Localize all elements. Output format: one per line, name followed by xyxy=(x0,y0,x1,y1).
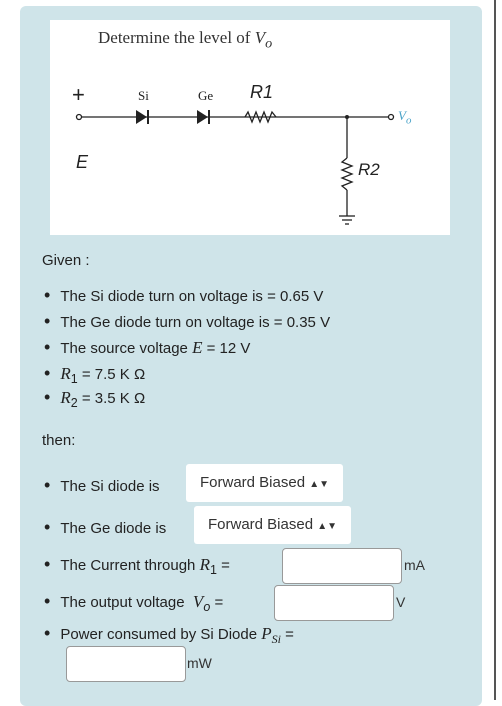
vo-input[interactable] xyxy=(274,585,394,621)
circuit-figure: Determine the level of Vo + E Si Ge R1 R… xyxy=(50,20,450,235)
then-heading: then: xyxy=(42,432,76,449)
ge-diode-select[interactable]: Forward Biased ▲▼ xyxy=(194,506,352,544)
si-label: Si xyxy=(138,88,149,103)
r2-value: = 3.5 K Ω xyxy=(81,390,146,407)
r1-sub: 1 xyxy=(70,372,78,386)
power-var: P xyxy=(261,624,272,643)
given-heading: Given : xyxy=(42,252,90,269)
ge-label: Ge xyxy=(198,88,214,103)
given-source-voltage: The source voltage E = 12 V xyxy=(44,337,250,358)
given-r2: R2 = 3.5 K Ω xyxy=(44,387,145,410)
vo-label-var: V xyxy=(398,108,406,123)
ge-diode-label: The Ge diode is xyxy=(44,517,166,538)
given-r1: R1 = 7.5 K Ω xyxy=(44,363,145,386)
current-label-text: The Current through xyxy=(60,557,196,574)
current-label: The Current through R1 = xyxy=(44,554,230,577)
source-terminal xyxy=(75,113,83,121)
vo-label-sub: o xyxy=(405,114,412,127)
vo-unit: V xyxy=(396,594,406,610)
source-prefix: The source voltage xyxy=(60,340,188,357)
r2-var: R xyxy=(60,388,71,407)
power-eq: = xyxy=(285,626,294,643)
vo-eq: = xyxy=(214,594,224,611)
current-sub: 1 xyxy=(209,563,217,577)
updown-icon: ▲▼ xyxy=(309,479,330,490)
vo-terminal xyxy=(387,113,395,121)
plus-label: + xyxy=(72,82,85,107)
vo-var: V xyxy=(192,592,204,611)
scrollbar[interactable] xyxy=(494,0,496,700)
current-var: R xyxy=(199,555,210,574)
current-unit: mA xyxy=(404,557,425,573)
si-diode-select[interactable]: Forward Biased ▲▼ xyxy=(186,464,344,502)
vo-label-text: The output voltage xyxy=(60,594,185,611)
power-sub: Si xyxy=(271,632,281,646)
r1-value: = 7.5 K Ω xyxy=(81,366,146,383)
given-si-voltage: The Si diode turn on voltage is = 0.65 V xyxy=(44,285,323,306)
vo-sub: o xyxy=(203,600,211,614)
r1-var: R xyxy=(60,364,71,383)
r2-sub: 2 xyxy=(70,396,78,410)
circuit-diagram xyxy=(75,110,395,225)
source-var: E xyxy=(192,338,203,357)
r2-label: R2 xyxy=(358,160,380,179)
r2-resistor xyxy=(340,157,354,191)
vo-label: Vo xyxy=(398,108,411,127)
power-input[interactable] xyxy=(66,646,186,682)
si-diode-label: The Si diode is xyxy=(44,475,159,496)
power-label-text: Power consumed by Si Diode xyxy=(60,626,258,643)
e-label: E xyxy=(76,152,89,172)
si-diode-value: Forward Biased xyxy=(200,474,306,491)
power-label: Power consumed by Si Diode PSi = xyxy=(44,623,294,647)
junction-dot xyxy=(345,115,349,119)
vo-output-label: The output voltage Vo = xyxy=(44,591,223,614)
si-diode xyxy=(136,110,147,124)
updown-icon: ▲▼ xyxy=(317,521,338,532)
source-value: = 12 V xyxy=(206,340,251,357)
current-eq: = xyxy=(221,557,230,574)
r1-label: R1 xyxy=(250,82,274,102)
ge-diode xyxy=(197,110,208,124)
current-input[interactable] xyxy=(282,548,402,584)
power-unit: mW xyxy=(187,655,212,671)
ge-diode-value: Forward Biased xyxy=(208,516,314,533)
given-ge-voltage: The Ge diode turn on voltage is = 0.35 V xyxy=(44,311,330,332)
